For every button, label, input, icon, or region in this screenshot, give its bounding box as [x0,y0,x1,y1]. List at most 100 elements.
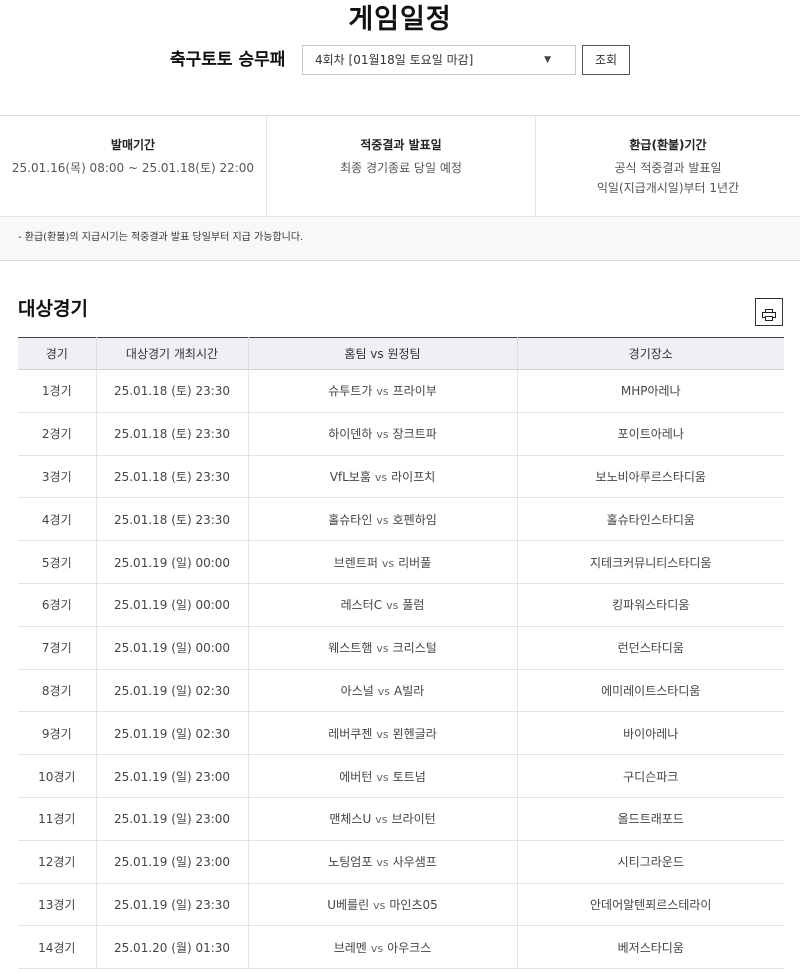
vs-label: vs [376,428,389,442]
table-row: 7경기 25.01.19 (일) 00:00 웨스트햄 vs 크리스털 런던스타디움 [18,626,784,670]
match-time: 25.01.18 (토) 23:30 [96,412,249,456]
round-selector-row: 축구토토 승무패 4회차 [01월18일 토요일 마감] ▼ 조회 [0,45,800,75]
table-row: 8경기 25.01.19 (일) 02:30 아스널 vs A빌라 에미레이트스타디움 [18,669,784,713]
match-venue: 안데어알텐푀르스테라이 [517,883,784,927]
match-time: 25.01.19 (일) 00:00 [96,583,249,627]
query-button[interactable]: 조회 [582,45,630,75]
table-row: 6경기 25.01.19 (일) 00:00 레스터C vs 풀럼 킹파워스타디움 [18,583,784,627]
result-date-title: 적중결과 발표일 [360,138,442,152]
result-date-box: 적중결과 발표일 최종 경기종료 당일 예정 [267,116,536,217]
home-team: VfL보훔 [329,469,371,484]
header-match-no: 경기 [18,337,97,370]
match-venue: 킹파워스타디움 [517,583,784,627]
match-time: 25.01.18 (토) 23:30 [96,497,249,542]
header-venue: 경기장소 [517,337,784,370]
table-row: 13경기 25.01.19 (일) 23:30 U베를린 vs 마인츠05 안데어알텐푀르… [18,883,784,927]
info-boxes: 발매기간 25.01.16(목) 08:00 ~ 25.01.18(토) 22:… [0,116,800,217]
round-select[interactable]: 4회차 [01월18일 토요일 마감] ▼ [302,45,576,75]
sale-period-box: 발매기간 25.01.16(목) 08:00 ~ 25.01.18(토) 22:… [0,116,267,217]
match-time: 25.01.19 (일) 02:30 [96,669,249,713]
vs-label: vs [375,813,388,827]
home-team: 에버턴 [339,769,373,784]
match-teams: 웨스트햄 vs 크리스털 [248,626,518,670]
home-team: 레스터C [340,598,383,613]
match-number: 12경기 [18,840,97,884]
sale-info-panel: 발매기간 25.01.16(목) 08:00 ~ 25.01.18(토) 22:… [0,115,800,261]
away-team: 크리스털 [392,641,437,656]
match-venue: 바이아레나 [517,711,784,756]
vs-label: vs [376,642,389,656]
match-venue: 에미레이트스타디움 [517,669,784,713]
match-venue: 시티그라운드 [517,840,784,884]
match-time: 25.01.19 (일) 00:00 [96,626,249,670]
match-teams: 하이덴하 vs 장크트파 [248,412,518,456]
away-team: 풀럼 [402,598,425,613]
table-row: 9경기 25.01.19 (일) 02:30 레버쿠젠 vs 묀헨글라 바이아레나 [18,711,784,756]
match-number: 5경기 [18,540,97,584]
home-team: 노팅엄포 [328,855,373,870]
match-time: 25.01.18 (토) 23:30 [96,455,249,499]
match-number: 6경기 [18,583,97,627]
match-time: 25.01.19 (일) 23:00 [96,754,249,798]
vs-label: vs [386,599,399,613]
match-number: 7경기 [18,626,97,670]
vs-label: vs [373,898,386,912]
match-teams: U베를린 vs 마인츠05 [248,883,518,927]
away-team: 묀헨글라 [392,726,437,741]
match-venue: 베저스타디움 [517,925,784,970]
away-team: 프라이부 [392,384,437,399]
home-team: U베를린 [327,897,370,912]
match-teams: 브레멘 vs 아우크스 [248,925,518,970]
vs-label: vs [376,513,389,527]
away-team: 리버풀 [398,555,432,570]
match-time: 25.01.19 (일) 23:00 [96,797,249,841]
table-header-row: 경기 대상경기 개최시간 홈팀 vs 원정팀 경기장소 [18,337,784,370]
match-venue: 지테크커뮤니티스타디움 [517,540,784,584]
table-row: 3경기 25.01.18 (토) 23:30 VfL보훔 vs 라이프치 보노비아루르스타… [18,455,784,499]
away-team: 호펜하임 [392,512,437,527]
match-venue: 구디슨파크 [517,754,784,798]
vs-label: vs [376,385,389,399]
table-row: 1경기 25.01.18 (토) 23:30 슈투트가 vs 프라이부 MHP아레나 [18,369,784,413]
match-time: 25.01.19 (일) 00:00 [96,540,249,584]
match-teams: 레버쿠젠 vs 묀헨글라 [248,711,518,756]
game-name-label: 축구토토 승무패 [170,50,286,70]
match-time: 25.01.19 (일) 23:00 [96,840,249,884]
header-match-time: 대상경기 개최시간 [96,337,249,370]
match-number: 2경기 [18,412,97,456]
match-venue: 올드트래포드 [517,797,784,841]
match-teams: 노팅엄포 vs 사우샘프 [248,840,518,884]
table-row: 4경기 25.01.18 (토) 23:30 홀슈타인 vs 호펜하임 홀슈타인스타디움 [18,497,784,542]
match-venue: 런던스타디움 [517,626,784,670]
match-teams: 아스널 vs A빌라 [248,669,518,713]
vs-label: vs [374,470,388,484]
refund-period-line-1: 공식 적중결과 발표일 [614,161,722,175]
away-team: 토트넘 [392,769,426,784]
match-number: 3경기 [18,455,97,499]
away-team: 라이프치 [391,469,436,484]
match-venue: MHP아레나 [517,369,784,413]
refund-note: - 환급(환불)의 지급시기는 적중결과 발표 당일부터 지급 가능합니다. [18,232,304,243]
match-teams: 에버턴 vs 토트넘 [248,754,518,798]
section-title: 대상경기 [18,298,88,320]
home-team: 브레멘 [333,940,367,955]
match-teams: 레스터C vs 풀럼 [248,583,518,627]
vs-label: vs [376,770,389,784]
print-button[interactable] [755,298,783,326]
home-team: 아스널 [340,683,374,698]
match-time: 25.01.20 (월) 01:30 [96,925,249,970]
vs-label: vs [376,727,389,741]
match-number: 1경기 [18,369,97,413]
away-team: A빌라 [394,683,425,698]
vs-label: vs [381,556,395,570]
match-number: 14경기 [18,925,97,970]
home-team: 하이덴하 [328,427,373,442]
sale-period-value: 25.01.16(목) 08:00 ~ 25.01.18(토) 22:00 [11,161,255,175]
home-team: 레버쿠젠 [328,726,373,741]
page-title: 게임일정 [348,4,452,35]
match-venue: 홀슈타인스타디움 [517,497,784,542]
home-team: 홀슈타인 [328,512,373,527]
match-number: 9경기 [18,711,97,756]
table-row: 11경기 25.01.19 (일) 23:00 맨체스U vs 브라이턴 올드트래포드 [18,797,784,841]
home-team: 브렌트퍼 [333,555,378,570]
